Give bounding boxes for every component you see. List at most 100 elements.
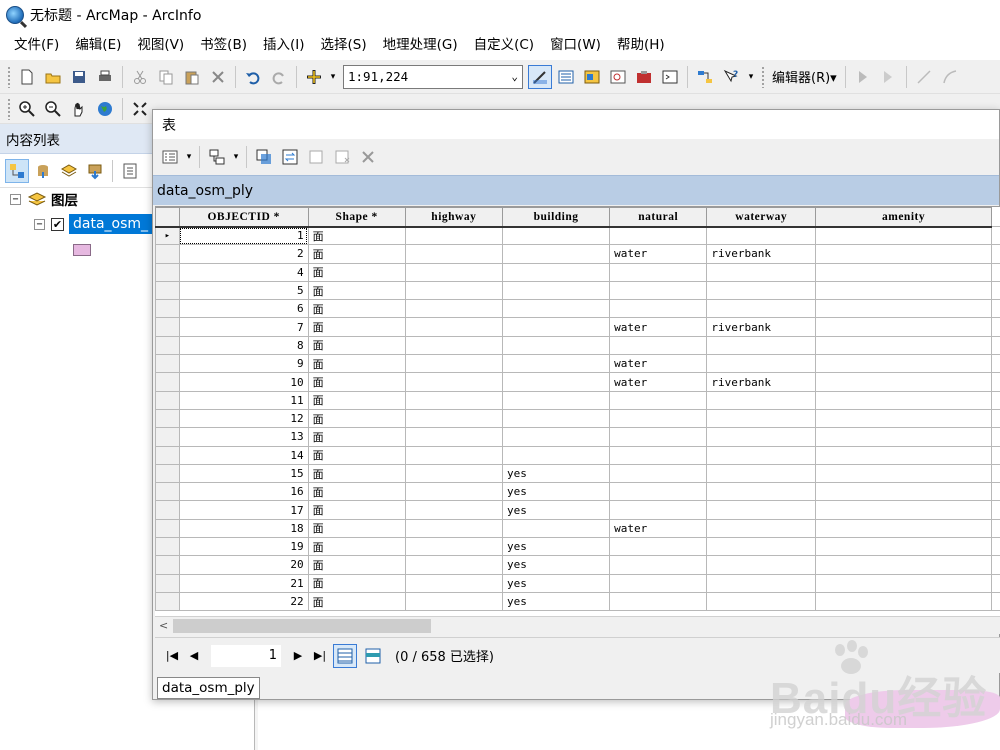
delete-icon[interactable] bbox=[206, 65, 230, 89]
pan-hand-icon[interactable] bbox=[67, 97, 91, 121]
row-selector[interactable] bbox=[155, 299, 180, 319]
cell-waterway[interactable] bbox=[706, 299, 817, 319]
table-row[interactable]: 18 面 water bbox=[155, 518, 1000, 539]
cell-waterway[interactable] bbox=[706, 280, 817, 301]
collapse-icon[interactable]: − bbox=[34, 218, 45, 230]
scrollbar-thumb[interactable] bbox=[173, 619, 431, 633]
cell-building[interactable]: yes bbox=[502, 482, 611, 502]
column-header-shape[interactable]: Shape * bbox=[307, 207, 406, 228]
cell-highway[interactable] bbox=[404, 537, 504, 557]
switch-selection-icon[interactable] bbox=[278, 145, 302, 169]
table-row[interactable]: 6面 bbox=[155, 299, 1000, 319]
edit-tool-icon[interactable] bbox=[851, 65, 875, 89]
column-header-amenity[interactable]: amenity bbox=[815, 207, 992, 228]
table-row[interactable]: 4面 bbox=[155, 262, 1000, 282]
cell-building[interactable]: yes bbox=[502, 500, 611, 520]
cell-building[interactable] bbox=[502, 262, 611, 282]
delete-selected-icon[interactable] bbox=[330, 145, 354, 169]
cell-highway[interactable] bbox=[404, 354, 504, 374]
cell-waterway[interactable] bbox=[706, 262, 817, 282]
cell-shape[interactable]: 面 bbox=[307, 445, 406, 465]
table-row[interactable]: 2 面 water riverbank bbox=[155, 244, 1000, 264]
add-data-icon[interactable] bbox=[302, 65, 326, 89]
cell-highway[interactable] bbox=[404, 573, 504, 593]
collapse-icon[interactable]: − bbox=[10, 193, 21, 205]
cell-highway[interactable] bbox=[404, 482, 504, 502]
close-table-icon[interactable] bbox=[356, 145, 380, 169]
cell-waterway[interactable] bbox=[706, 591, 817, 612]
row-selector[interactable] bbox=[155, 244, 180, 264]
cell-highway[interactable] bbox=[404, 445, 504, 465]
cell-highway[interactable] bbox=[404, 280, 504, 301]
cell-natural[interactable] bbox=[609, 445, 708, 465]
cell-natural[interactable] bbox=[609, 573, 708, 593]
cell-waterway[interactable]: riverbank bbox=[706, 317, 817, 337]
current-record-input[interactable]: 1 bbox=[211, 644, 281, 667]
cell-shape[interactable]: 面 bbox=[307, 317, 406, 337]
cell-natural[interactable] bbox=[609, 591, 708, 612]
cell-building[interactable] bbox=[502, 225, 611, 246]
cell-highway[interactable] bbox=[404, 390, 504, 410]
cell-building[interactable]: yes bbox=[502, 463, 611, 484]
straight-segment-icon[interactable] bbox=[912, 65, 936, 89]
cell-objectid[interactable]: 17 bbox=[178, 500, 309, 520]
row-selector[interactable] bbox=[155, 445, 180, 465]
cell-waterway[interactable] bbox=[706, 500, 817, 520]
row-selector[interactable] bbox=[155, 573, 180, 593]
edit-annotation-icon[interactable] bbox=[877, 65, 901, 89]
cell-objectid[interactable]: 6 bbox=[178, 299, 309, 319]
whats-this-help-icon[interactable]: ? bbox=[719, 65, 743, 89]
cell-waterway[interactable] bbox=[706, 427, 817, 447]
cell-objectid[interactable]: 15 bbox=[178, 463, 309, 484]
cell-natural[interactable]: water bbox=[609, 354, 708, 374]
cell-building[interactable]: yes bbox=[502, 537, 611, 557]
editor-menu-button[interactable]: 编辑器(R)▾ bbox=[768, 67, 841, 86]
cell-objectid[interactable]: 10 bbox=[178, 372, 309, 392]
menu-file[interactable]: 文件(F) bbox=[6, 31, 67, 59]
cell-amenity[interactable] bbox=[815, 408, 992, 429]
column-header-objectid[interactable]: OBJECTID * bbox=[178, 207, 309, 228]
cell-highway[interactable] bbox=[404, 463, 504, 484]
cell-objectid[interactable]: 13 bbox=[178, 427, 309, 447]
cell-natural[interactable] bbox=[609, 537, 708, 557]
cell-objectid[interactable]: 20 bbox=[178, 555, 309, 575]
cell-building[interactable] bbox=[502, 372, 611, 392]
cell-shape[interactable]: 面 bbox=[307, 537, 406, 557]
cell-natural[interactable]: water bbox=[609, 372, 708, 392]
fixed-zoom-in-icon[interactable] bbox=[128, 97, 152, 121]
cell-amenity[interactable] bbox=[815, 372, 992, 392]
cell-natural[interactable] bbox=[609, 225, 708, 246]
polygon-symbol-swatch[interactable] bbox=[73, 244, 91, 256]
row-selector[interactable] bbox=[155, 537, 180, 557]
table-row[interactable]: 16 面 yes bbox=[155, 482, 1000, 502]
toolbar-grip[interactable] bbox=[7, 65, 11, 88]
add-data-dropdown-icon[interactable]: ▾ bbox=[328, 65, 338, 89]
cell-amenity[interactable] bbox=[815, 299, 992, 319]
cell-natural[interactable] bbox=[609, 390, 708, 410]
cell-building[interactable] bbox=[502, 408, 611, 429]
cell-natural[interactable] bbox=[609, 482, 708, 502]
cell-waterway[interactable] bbox=[706, 573, 817, 593]
cell-building[interactable]: yes bbox=[502, 573, 611, 593]
scroll-left-icon[interactable]: < bbox=[159, 619, 168, 632]
cell-waterway[interactable]: riverbank bbox=[706, 244, 817, 264]
row-selector[interactable] bbox=[155, 408, 180, 429]
editor-toolbar-icon[interactable] bbox=[528, 64, 552, 89]
row-selector[interactable] bbox=[155, 500, 180, 520]
cell-natural[interactable] bbox=[609, 408, 708, 429]
cell-building[interactable] bbox=[502, 335, 611, 356]
table-row[interactable]: 13 面 bbox=[155, 427, 1000, 447]
cell-highway[interactable] bbox=[404, 262, 504, 282]
cell-building[interactable]: yes bbox=[502, 591, 611, 612]
undo-icon[interactable] bbox=[241, 65, 265, 89]
cell-amenity[interactable] bbox=[815, 317, 992, 337]
cell-highway[interactable] bbox=[404, 299, 504, 319]
cell-objectid[interactable]: 5 bbox=[178, 280, 309, 301]
show-selected-records-icon[interactable] bbox=[361, 644, 385, 668]
column-header-highway[interactable]: highway bbox=[404, 207, 504, 228]
toolbar-grip[interactable] bbox=[761, 65, 765, 88]
last-record-icon[interactable]: ▶| bbox=[309, 645, 331, 667]
column-header-natural[interactable]: natural bbox=[609, 207, 708, 228]
cell-shape[interactable]: 面 bbox=[307, 518, 406, 539]
cell-highway[interactable] bbox=[404, 591, 504, 612]
